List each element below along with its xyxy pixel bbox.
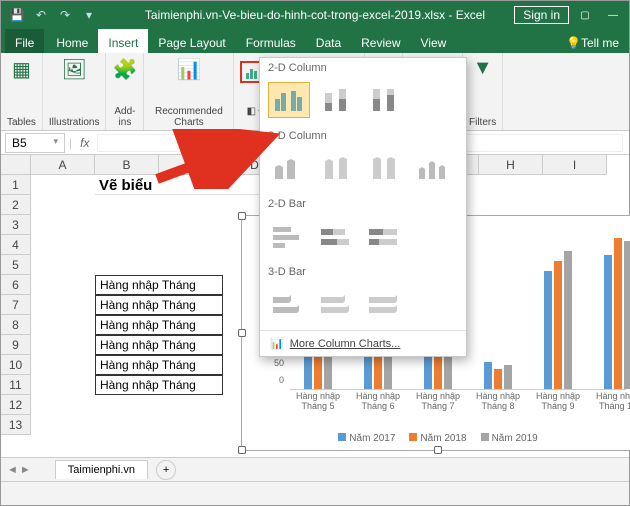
stacked-100-bar-option[interactable] xyxy=(364,218,406,254)
tab-data[interactable]: Data xyxy=(306,29,351,53)
row-header-8[interactable]: 8 xyxy=(1,315,31,335)
row-header-3[interactable]: 3 xyxy=(1,215,31,235)
illustrations-label: Illustrations xyxy=(49,117,100,128)
qat-customize-icon[interactable]: ▾ xyxy=(79,5,99,25)
col-header-A[interactable]: A xyxy=(31,155,95,175)
group-tables[interactable]: ▦ Tables xyxy=(1,53,43,130)
tables-icon: ▦ xyxy=(12,57,31,82)
clustered-3d-bar-option[interactable] xyxy=(268,286,310,322)
more-charts-icon: 📊 xyxy=(270,337,284,350)
title-bar: 💾 ↶ ↷ ▾ Taimienphi.vn-Ve-bieu-do-hinh-co… xyxy=(1,1,629,29)
add-sheet-button[interactable]: + xyxy=(156,460,176,480)
row-header-5[interactable]: 5 xyxy=(1,255,31,275)
ribbon-tabs: File Home Insert Page Layout Formulas Da… xyxy=(1,29,629,53)
name-box[interactable]: B5▾ xyxy=(5,133,65,153)
clustered-bar-option[interactable] xyxy=(268,218,310,254)
gallery-section-2d-column: 2-D Column xyxy=(260,58,466,78)
column-chart-gallery: 2-D Column 3-D Column 2-D Bar 3-D Bar 📊 … xyxy=(259,57,467,357)
sign-in-button[interactable]: Sign in xyxy=(514,6,569,24)
group-addins[interactable]: 🧩 Add- ins xyxy=(106,53,144,130)
col-header-B[interactable]: B xyxy=(95,155,159,175)
col-header-H[interactable]: H xyxy=(479,155,543,175)
table-cell[interactable]: Hàng nhập Tháng xyxy=(95,375,223,395)
fx-icon[interactable]: fx xyxy=(72,136,97,150)
col-header-C[interactable]: C xyxy=(159,155,223,175)
stacked-100-3d-bar-option[interactable] xyxy=(364,286,406,322)
filters-label: Filters xyxy=(469,117,496,128)
minimize-icon[interactable]: — xyxy=(601,5,625,25)
tab-page-layout[interactable]: Page Layout xyxy=(148,29,235,53)
select-all-corner[interactable] xyxy=(1,155,31,175)
window-title: Taimienphi.vn-Ve-bieu-do-hinh-cot-trong-… xyxy=(145,8,485,22)
tell-me-label: Tell me xyxy=(581,36,619,50)
sheet-nav-prev-icon[interactable]: ◄ xyxy=(7,464,18,476)
tab-file[interactable]: File xyxy=(5,29,44,53)
stacked-column-option[interactable] xyxy=(316,82,358,118)
tab-formulas[interactable]: Formulas xyxy=(236,29,306,53)
chart-legend: Năm 2017Năm 2018Năm 2019 xyxy=(242,433,630,444)
illustrations-icon: 🖼 xyxy=(62,57,87,82)
3d-column-option[interactable] xyxy=(412,150,454,186)
undo-icon[interactable]: ↶ xyxy=(31,5,51,25)
gallery-section-3d-column: 3-D Column xyxy=(260,126,466,146)
tab-tell-me[interactable]: 💡 Tell me xyxy=(556,29,629,53)
table-cell[interactable]: Hàng nhập Tháng xyxy=(95,295,223,315)
row-header-9[interactable]: 9 xyxy=(1,335,31,355)
redo-icon[interactable]: ↷ xyxy=(55,5,75,25)
cell-title[interactable]: Vẽ biểu xyxy=(95,175,275,195)
row-header-4[interactable]: 4 xyxy=(1,235,31,255)
clustered-column-option[interactable] xyxy=(268,82,310,118)
row-header-12[interactable]: 12 xyxy=(1,395,31,415)
ribbon-options-icon[interactable]: ▢ xyxy=(573,5,597,25)
tab-view[interactable]: View xyxy=(411,29,457,53)
group-recommended-charts[interactable]: 📊 Recommended Charts xyxy=(144,53,234,130)
addins-label: Add- ins xyxy=(114,106,135,128)
tab-home[interactable]: Home xyxy=(46,29,98,53)
clustered-3d-column-option[interactable] xyxy=(268,150,310,186)
recommended-charts-icon: 📊 xyxy=(176,57,201,82)
status-bar xyxy=(1,481,629,505)
row-header-1[interactable]: 1 xyxy=(1,175,31,195)
table-cell[interactable]: Hàng nhập Tháng xyxy=(95,335,223,355)
table-cell[interactable]: Hàng nhập Tháng xyxy=(95,355,223,375)
gallery-section-2d-bar: 2-D Bar xyxy=(260,194,466,214)
row-headers[interactable]: 12345678910111213 xyxy=(1,175,31,435)
table-cell[interactable]: Hàng nhập Tháng xyxy=(95,275,223,295)
recommended-label: Recommended Charts xyxy=(155,106,223,128)
tab-review[interactable]: Review xyxy=(351,29,410,53)
stacked-100-column-option[interactable] xyxy=(364,82,406,118)
tab-insert[interactable]: Insert xyxy=(98,29,148,53)
row-header-6[interactable]: 6 xyxy=(1,275,31,295)
more-column-charts-link[interactable]: 📊 More Column Charts... xyxy=(260,330,466,356)
stacked-3d-column-option[interactable] xyxy=(316,150,358,186)
row-header-7[interactable]: 7 xyxy=(1,295,31,315)
sheet-tab-bar: ◄ ► Taimienphi.vn + xyxy=(1,457,629,481)
row-header-13[interactable]: 13 xyxy=(1,415,31,435)
row-header-2[interactable]: 2 xyxy=(1,195,31,215)
save-icon[interactable]: 💾 xyxy=(7,5,27,25)
gallery-section-3d-bar: 3-D Bar xyxy=(260,262,466,282)
stacked-3d-bar-option[interactable] xyxy=(316,286,358,322)
addins-icon: 🧩 xyxy=(112,57,137,82)
row-header-10[interactable]: 10 xyxy=(1,355,31,375)
col-header-I[interactable]: I xyxy=(543,155,607,175)
tables-label: Tables xyxy=(7,117,36,128)
sheet-nav-next-icon[interactable]: ► xyxy=(20,464,31,476)
table-cell[interactable]: Hàng nhập Tháng xyxy=(95,315,223,335)
row-header-11[interactable]: 11 xyxy=(1,375,31,395)
group-filters[interactable]: ▼ Filters xyxy=(463,53,503,130)
stacked-bar-option[interactable] xyxy=(316,218,358,254)
sheet-tab-active[interactable]: Taimienphi.vn xyxy=(55,460,148,479)
filters-icon: ▼ xyxy=(473,57,493,80)
stacked-100-3d-column-option[interactable] xyxy=(364,150,406,186)
group-illustrations[interactable]: 🖼 Illustrations xyxy=(43,53,107,130)
